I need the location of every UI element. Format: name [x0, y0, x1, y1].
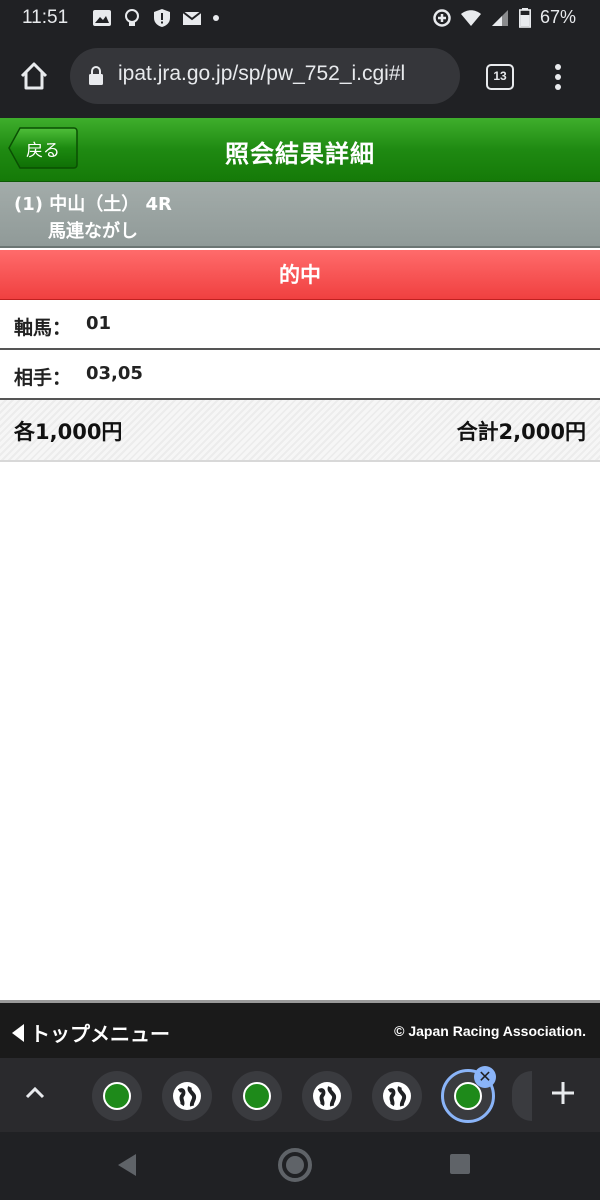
data-saver-icon	[433, 8, 451, 27]
lightbulb-icon	[125, 9, 139, 26]
tab-thumbnail-jra[interactable]	[232, 1071, 282, 1121]
axis-horse-value: 01	[86, 313, 112, 334]
copyright-text: © Japan Racing Association.	[394, 1023, 586, 1039]
battery-percentage: 67%	[539, 7, 576, 27]
jra-logo-icon	[243, 1082, 271, 1110]
left-triangle-icon	[12, 1023, 24, 1042]
mail-icon	[182, 11, 202, 25]
globe-icon	[313, 1082, 341, 1110]
result-status-banner: 的中	[0, 250, 600, 300]
signal-icon	[491, 9, 508, 26]
race-info: (1) 中山（土） 4R 馬連ながし	[0, 182, 600, 248]
status-bar: 11:51 67%	[0, 0, 600, 36]
race-title: (1) 中山（土） 4R	[14, 194, 172, 215]
address-bar[interactable]: ipat.jra.go.jp/sp/pw_752_i.cgi#l	[70, 48, 460, 104]
tab-thumbnail-globe[interactable]	[372, 1071, 422, 1121]
page-footer: トップメニュー © Japan Racing Association.	[0, 1000, 600, 1058]
battery-icon	[518, 7, 531, 28]
more-options-icon[interactable]	[548, 62, 568, 92]
jra-logo-icon	[103, 1082, 131, 1110]
browser-toolbar: ipat.jra.go.jp/sp/pw_752_i.cgi#l 13	[0, 36, 600, 118]
lock-icon	[89, 66, 103, 85]
page-header: 戻る 照会結果詳細	[0, 118, 600, 182]
partner-horses-value: 03,05	[86, 363, 143, 384]
page-title: 照会結果詳細	[225, 140, 375, 168]
nav-recents-icon[interactable]	[450, 1154, 470, 1174]
url-text: ipat.jra.go.jp/sp/pw_752_i.cgi#l	[118, 62, 406, 85]
home-icon[interactable]	[14, 56, 54, 96]
globe-icon	[173, 1082, 201, 1110]
top-menu-link[interactable]: トップメニュー	[12, 1018, 170, 1047]
dot-icon	[213, 15, 219, 21]
amount-row: 各1,000円 合計2,000円	[0, 400, 600, 462]
nav-home-icon[interactable]	[278, 1148, 312, 1182]
amount-each: 各1,000円	[14, 420, 123, 444]
axis-horse-label: 軸馬：	[14, 317, 72, 339]
system-icons: 67%	[432, 7, 576, 28]
partner-horses-row: 相手： 03,05	[0, 350, 600, 400]
top-menu-label: トップメニュー	[30, 1022, 170, 1046]
new-tab-plus-icon[interactable]	[548, 1078, 578, 1108]
axis-horse-row: 軸馬： 01	[0, 300, 600, 350]
tab-thumbnail-partial[interactable]	[512, 1071, 532, 1121]
partner-horses-label: 相手：	[14, 367, 72, 389]
amount-total: 合計2,000円	[456, 420, 586, 444]
wifi-icon	[460, 9, 481, 26]
notification-icons	[92, 8, 220, 28]
system-nav-bar	[0, 1132, 600, 1200]
tab-strip	[0, 1058, 600, 1132]
bet-type: 馬連ながし	[48, 221, 138, 242]
status-time: 11:51	[22, 7, 69, 28]
nav-back-icon[interactable]	[116, 1152, 138, 1178]
shield-alert-icon	[154, 9, 170, 27]
tab-thumbnail-jra[interactable]	[92, 1071, 142, 1121]
image-icon	[93, 10, 111, 26]
tab-switcher-button[interactable]: 13	[486, 64, 514, 90]
tab-thumbnail-globe[interactable]	[162, 1071, 212, 1121]
globe-icon	[383, 1082, 411, 1110]
chevron-up-icon[interactable]	[22, 1082, 48, 1104]
jra-logo-icon	[454, 1082, 482, 1110]
tab-thumbnail-globe[interactable]	[302, 1071, 352, 1121]
close-tab-icon[interactable]: ✕	[474, 1066, 496, 1088]
